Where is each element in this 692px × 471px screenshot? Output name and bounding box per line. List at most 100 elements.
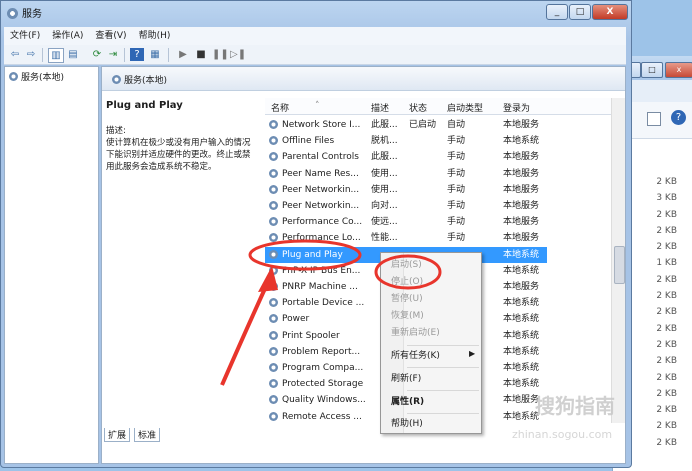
export-icon[interactable]: ⇥ (106, 48, 120, 61)
service-gear-icon (269, 217, 278, 227)
service-gear-icon (269, 314, 278, 324)
bg-help-icon[interactable]: ? (671, 110, 686, 125)
menu-item-stop[interactable]: 停止(O) (391, 274, 481, 290)
bg-layout-icon[interactable] (647, 112, 661, 126)
service-startup: 手动 (447, 136, 466, 147)
service-gear-icon (269, 201, 278, 210)
menu-view[interactable]: 查看(V) (89, 27, 132, 45)
service-startup: 手动 (447, 184, 466, 195)
tab-extended[interactable]: 扩展 (104, 428, 131, 442)
bg-file-size: 2 KB (656, 437, 677, 448)
service-logon: 本地服务 (503, 233, 540, 244)
service-name: Program Compa... (282, 363, 364, 373)
bg-file-size: 1 KB (656, 258, 677, 269)
bg-file-size: 2 KB (656, 307, 677, 318)
close-button[interactable]: X (592, 4, 628, 20)
col-status[interactable]: 状态 (409, 101, 427, 114)
bg-file-size: 2 KB (656, 421, 677, 432)
menu-item-start[interactable]: 启动(S) (391, 257, 481, 273)
service-desc: 向对... (371, 201, 398, 211)
bg-file-size: 2 KB (656, 209, 677, 220)
bg-file-size: 2 KB (656, 356, 677, 367)
service-gear-icon (269, 233, 278, 243)
menu-item-all-tasks[interactable]: 所有任务(K) (391, 348, 481, 364)
menu-help[interactable]: 帮助(H) (133, 27, 177, 45)
col-logon[interactable]: 登录为 (503, 101, 530, 114)
watermark-url: zhinan.sogou.com (512, 428, 613, 441)
help-icon[interactable]: ? (130, 48, 144, 61)
back-arrow-icon[interactable]: ⇦ (8, 48, 22, 61)
scrollbar-thumb[interactable] (614, 246, 625, 284)
service-logon: 本地服务 (503, 168, 540, 179)
service-name: Peer Networkin... (282, 201, 360, 211)
properties-icon[interactable]: ▦ (148, 48, 162, 61)
service-gear-icon (269, 184, 278, 194)
menu-item-help[interactable]: 帮助(H) (391, 416, 481, 432)
maximize-button[interactable]: □ (569, 4, 591, 20)
service-startup: 手动 (447, 152, 466, 163)
bg-file-size: 2 KB (656, 339, 677, 350)
details-header-label: 服务(本地) (124, 76, 168, 86)
service-gear-icon (269, 152, 278, 162)
service-row[interactable]: Offline Files 脱机... 手动 本地系统 (265, 133, 547, 149)
service-row[interactable]: Network Store I... 此服... 已启动 自动 本地服务 (265, 117, 547, 133)
service-logon: 本地服务 (503, 184, 540, 195)
service-row[interactable]: Peer Networkin... 向对... 手动 本地服务 (265, 198, 547, 214)
service-row[interactable]: Parental Controls 此服... 手动 本地服务 (265, 149, 547, 165)
restart-icon[interactable]: ▷❚ (230, 48, 246, 61)
service-logon: 本地服务 (503, 201, 540, 211)
menu-action[interactable]: 操作(A) (46, 27, 89, 45)
list-view-icon[interactable]: ▤ (66, 48, 80, 61)
menu-item-properties[interactable]: 属性(R) (391, 394, 481, 410)
refresh-icon[interactable]: ⟳ (90, 48, 104, 61)
pause-icon[interactable]: ❚❚ (212, 48, 229, 61)
service-name: Problem Report... (282, 346, 361, 357)
stop-icon[interactable]: ■ (194, 48, 208, 61)
service-gear-icon (269, 298, 278, 308)
service-name: Peer Networkin... (282, 184, 360, 195)
toolbar-separator (42, 48, 43, 62)
service-gear-icon (269, 363, 278, 372)
list-header: 名称 ˄ 描述 状态 启动类型 登录为 ▲ (265, 98, 625, 115)
menu-item-refresh[interactable]: 刷新(F) (391, 371, 481, 387)
service-gear-icon (269, 411, 278, 421)
col-name[interactable]: 名称 (271, 101, 289, 114)
col-startup[interactable]: 启动类型 (447, 101, 483, 114)
bg-close-button[interactable]: x (665, 62, 692, 78)
forward-arrow-icon[interactable]: ⇨ (24, 48, 38, 61)
service-name: PNRP Machine ... (282, 282, 358, 292)
menu-item-restart[interactable]: 重新启动(E) (391, 325, 481, 341)
service-gear-icon (269, 168, 278, 178)
service-desc: 脱机... (371, 136, 398, 147)
service-name: Offline Files (282, 136, 335, 147)
services-gear-icon (112, 75, 121, 84)
service-row[interactable]: Peer Name Res... 使用... 手动 本地服务 (265, 166, 547, 182)
context-menu: 启动(S) 停止(O) 暂停(U) 恢复(M) 重新启动(E) 所有任务(K) … (380, 252, 482, 434)
service-row[interactable]: Performance Co... 使远... 手动 本地服务 (265, 214, 547, 230)
service-row[interactable]: Performance Lo... 性能... 手动 本地服务 (265, 230, 547, 246)
service-gear-icon (269, 120, 278, 129)
menu-item-pause[interactable]: 暂停(U) (391, 291, 481, 307)
menu-separator (407, 367, 479, 368)
service-gear-icon (269, 395, 278, 405)
play-icon[interactable]: ▶ (176, 48, 190, 61)
tree-node-services-local[interactable]: 服务(本地) (9, 70, 64, 83)
services-gear-icon (9, 72, 18, 81)
submenu-arrow-icon: ▶ (469, 349, 476, 358)
menu-file[interactable]: 文件(F) (4, 27, 46, 45)
service-name: Performance Lo... (282, 233, 361, 244)
col-desc[interactable]: 描述 (371, 101, 389, 114)
menu-item-resume[interactable]: 恢复(M) (391, 308, 481, 324)
bg-file-sizes: 2 KB 3 KB 2 KB 2 KB 2 KB 1 KB 2 KB 2 KB 2 KB 2 KB… (637, 174, 677, 451)
bg-file-size: 2 KB (656, 274, 677, 285)
vertical-scrollbar[interactable] (611, 98, 625, 423)
service-name: Print Spooler (282, 330, 340, 341)
tab-standard[interactable]: 标准 (134, 428, 161, 442)
service-row[interactable]: Peer Networkin... 使用... 手动 本地服务 (265, 182, 547, 198)
service-name: Protected Storage (282, 379, 364, 390)
minimize-button[interactable]: _ (546, 4, 568, 20)
console-tree-icon[interactable]: ▥ (48, 48, 64, 63)
service-logon: 本地系统 (503, 249, 540, 260)
service-startup: 自动 (447, 120, 466, 130)
bg-maximize-button[interactable]: □ (641, 62, 663, 78)
